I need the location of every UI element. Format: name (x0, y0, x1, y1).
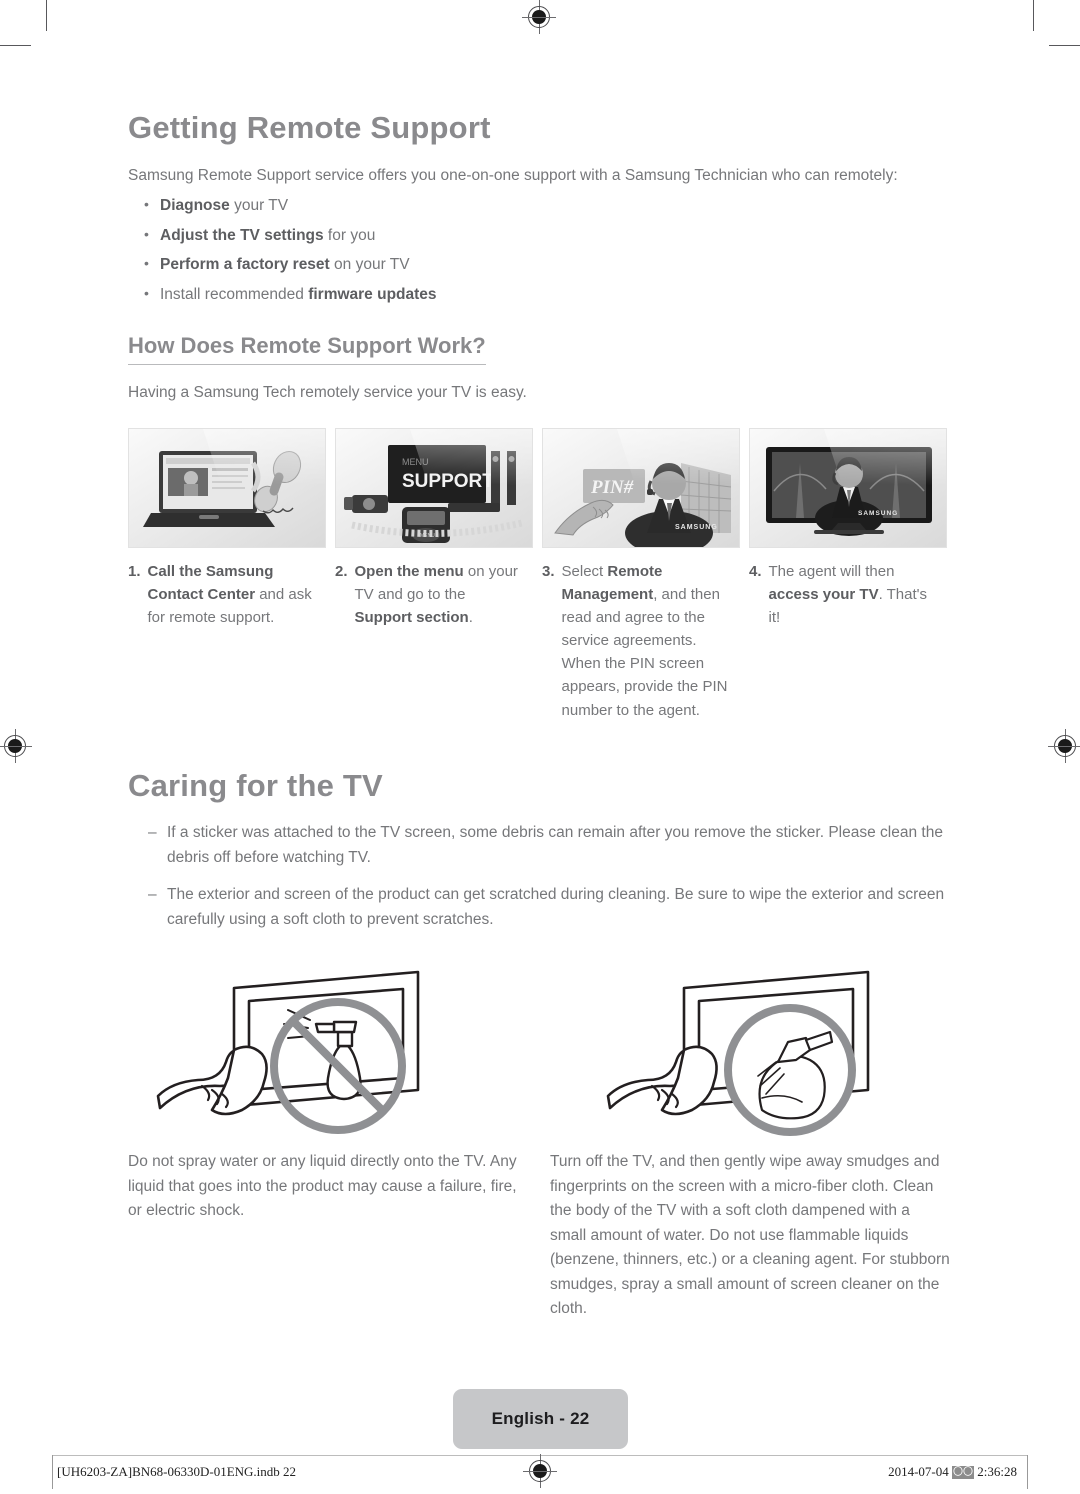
laptop-and-phone-handset-illustration (128, 427, 326, 548)
footer-edge-tick-right (1027, 1455, 1028, 1489)
footer-time: 2:36:28 (977, 1464, 1017, 1479)
list-item: Adjust the TV settings for you (144, 223, 956, 248)
step-2: MENU SUPPORT (335, 427, 540, 722)
step-3-text-plain-1: Select (561, 562, 608, 580)
bullet-rest-1: for you (323, 226, 376, 244)
step-4-text-plain-1: The agent will then (768, 562, 895, 580)
page-title-caring-for-the-tv: Caring for the TV (128, 768, 956, 804)
step-2-caption: 2. Open the menu on your TV and go to th… (335, 560, 525, 629)
registration-mark-top-center (522, 0, 556, 34)
bullet-bold-2: Perform a factory reset (160, 256, 330, 274)
footer-timestamp: 2014-07-04 〇〇 2:36:28 (888, 1464, 1017, 1480)
svg-text:MENU: MENU (420, 533, 435, 539)
step-4-text-bold: access your TV (768, 586, 879, 604)
svg-text:SAMSUNG: SAMSUNG (675, 524, 718, 531)
footer-file-name: [UH6203-ZA]BN68-06330D-01ENG.indb 22 (57, 1464, 297, 1479)
bullet-bold-1: Adjust the TV settings (160, 226, 324, 244)
bullet-rest-0: your TV (229, 197, 289, 215)
pin-number-agent-illustration: SAMSUNG PIN# (542, 427, 740, 548)
step-4-caption: 4. The agent will then access your TV. T… (749, 560, 939, 629)
step-1-caption: 1. Call the Samsung Contact Center and a… (128, 560, 318, 629)
caring-caption-1: Do not spray water or any liquid directl… (128, 1153, 517, 1220)
step-3-caption: 3. Select Remote Management, and then re… (542, 560, 732, 722)
bullet-bold-0: Diagnose (160, 197, 230, 215)
section-title-how-does-remote-support-work: How Does Remote Support Work? (128, 333, 486, 366)
step-3-text: Select Remote Management, and then read … (562, 560, 732, 722)
step-2-number: 2. (335, 562, 348, 580)
caring-captions: Do not spray water or any liquid directl… (128, 1150, 956, 1321)
step-4: SAMSUNG 4. The agent will then access yo… (749, 427, 954, 722)
step-1-number: 1. (128, 562, 141, 580)
bullet-bold-3: firmware updates (308, 285, 437, 303)
page-title-getting-remote-support: Getting Remote Support (128, 110, 956, 146)
registration-mark-right (1048, 729, 1080, 763)
page-content: Getting Remote Support Samsung Remote Su… (128, 110, 956, 1322)
step-1: 1. Call the Samsung Contact Center and a… (128, 427, 333, 722)
step-3-number: 3. (542, 562, 555, 580)
step-2-text: Open the menu on your TV and go to the S… (355, 560, 525, 629)
step-3-text-plain-2: , and then read and agree to the service… (561, 586, 728, 719)
step-2-text-plain-2: . (468, 609, 473, 627)
bullet-lead-3: Install recommended (160, 285, 309, 303)
list-item: The exterior and screen of the product c… (148, 883, 956, 932)
footer-cjk-glyph: 〇〇 (952, 1466, 975, 1479)
registration-mark-left (0, 729, 32, 763)
remote-support-steps: 1. Call the Samsung Contact Center and a… (128, 427, 956, 722)
crop-mark-top-left-vertical (46, 0, 47, 31)
spray-on-cloth-illustration (592, 958, 960, 1138)
step-2-text-bold-2: Support section (354, 609, 469, 627)
bullet-rest-2: on your TV (329, 256, 410, 274)
caring-figures (142, 958, 956, 1138)
footer-date: 2014-07-04 (888, 1464, 949, 1479)
registration-mark-bottom-center (523, 1454, 557, 1488)
crop-mark-top-right-horizontal (1049, 45, 1080, 46)
svg-text:PIN#: PIN# (590, 477, 634, 498)
remote-support-intro: Samsung Remote Support service offers yo… (128, 166, 898, 184)
step-2-text-bold-1: Open the menu (354, 562, 464, 580)
step-4-number: 4. (749, 562, 762, 580)
tv-menu-support-illustration: MENU SUPPORT (335, 427, 533, 548)
list-item: Install recommended firmware updates (144, 282, 956, 307)
how-it-works-intro: Having a Samsung Tech remotely service y… (128, 384, 527, 402)
step-4-text: The agent will then access your TV. That… (769, 560, 939, 629)
list-item: If a sticker was attached to the TV scre… (148, 821, 956, 870)
crop-mark-top-right-vertical (1033, 0, 1034, 31)
caring-caption-2: Turn off the TV, and then gently wipe aw… (550, 1153, 950, 1318)
crop-mark-top-left-horizontal (0, 45, 31, 46)
manual-page: Getting Remote Support Samsung Remote Su… (0, 0, 1080, 1494)
step-1-text: Call the Samsung Contact Center and ask … (148, 560, 318, 629)
remote-support-bullet-list: Diagnose your TV Adjust the TV settings … (128, 193, 956, 307)
list-item: Perform a factory reset on your TV (144, 252, 956, 277)
agent-on-tv-screen-illustration: SAMSUNG (749, 427, 947, 548)
caring-notes-list: If a sticker was attached to the TV scre… (128, 821, 956, 932)
step-3: SAMSUNG PIN# 3. Select Remote Management… (542, 427, 747, 722)
footer-edge-tick-left (52, 1455, 53, 1489)
list-item: Diagnose your TV (144, 193, 956, 218)
no-spray-on-tv-illustration (142, 958, 510, 1138)
page-number-badge: English - 22 (453, 1389, 628, 1449)
